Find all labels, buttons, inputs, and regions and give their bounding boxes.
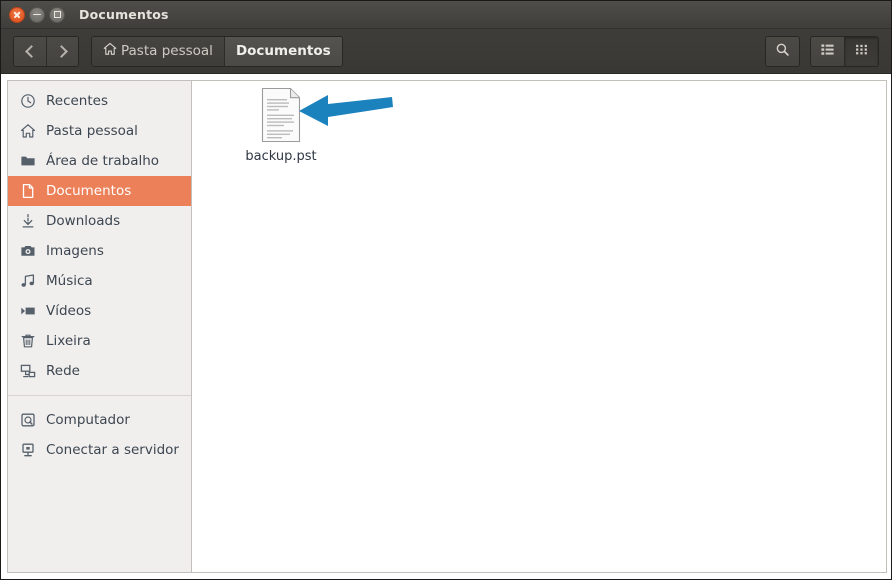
- sidebar-item-computador[interactable]: Computador: [8, 405, 191, 435]
- chevron-right-icon: [55, 44, 68, 58]
- navigation-buttons: [13, 35, 79, 67]
- toolbar: Pasta pessoal Documentos: [1, 29, 891, 74]
- sidebar-item-conectar-a-servidor[interactable]: Conectar a servidor: [8, 435, 191, 465]
- grid-view-icon: [854, 42, 869, 61]
- sidebar-label: Pasta pessoal: [46, 123, 138, 139]
- titlebar: Documentos: [1, 1, 891, 29]
- server-connect-icon: [19, 442, 36, 459]
- close-icon: [10, 8, 24, 22]
- text-document-icon: [257, 86, 305, 144]
- sidebar-item-imagens[interactable]: Imagens: [8, 236, 191, 266]
- list-view-button[interactable]: [811, 36, 844, 66]
- video-icon: [19, 303, 36, 320]
- sidebar-label: Lixeira: [46, 333, 91, 349]
- minimize-icon: [30, 8, 44, 22]
- harddrive-icon: [19, 412, 36, 429]
- back-button[interactable]: [14, 36, 46, 66]
- sidebar-label: Documentos: [46, 183, 132, 199]
- sidebar-label: Rede: [46, 363, 80, 379]
- breadcrumb-label-home: Pasta pessoal: [121, 43, 213, 59]
- maximize-icon: [50, 8, 64, 22]
- close-button[interactable]: [9, 6, 25, 23]
- body-inner: Recentes Pasta pessoal Área de trabalho …: [7, 80, 887, 573]
- camera-icon: [19, 243, 36, 260]
- sidebar-item-recentes[interactable]: Recentes: [8, 86, 191, 116]
- trash-icon: [19, 333, 36, 350]
- network-icon: [19, 363, 36, 380]
- sidebar-item-rede[interactable]: Rede: [8, 356, 191, 386]
- sidebar-item-pasta-pessoal[interactable]: Pasta pessoal: [8, 116, 191, 146]
- home-icon: [103, 42, 117, 60]
- search-button[interactable]: [766, 36, 799, 66]
- file-name-label: backup.pst: [245, 149, 317, 164]
- sidebar-label: Computador: [46, 412, 130, 428]
- window-title: Documentos: [79, 7, 169, 22]
- sidebar-separator: [8, 395, 191, 396]
- sidebar-item-musica[interactable]: Música: [8, 266, 191, 296]
- sidebar-label: Imagens: [46, 243, 104, 259]
- list-view-icon: [820, 42, 835, 61]
- breadcrumb: Pasta pessoal Documentos: [91, 35, 343, 67]
- sidebar-label: Música: [46, 273, 93, 289]
- sidebar-item-downloads[interactable]: Downloads: [8, 206, 191, 236]
- sidebar-label: Área de trabalho: [46, 153, 160, 169]
- sidebar-label: Conectar a servidor: [46, 442, 179, 458]
- sidebar-item-documentos[interactable]: Documentos: [8, 176, 191, 206]
- file-manager-window: Documentos Pasta pessoal Documentos Rece…: [0, 0, 892, 580]
- music-note-icon: [19, 273, 36, 290]
- view-mode-buttons: [810, 35, 879, 67]
- maximize-button[interactable]: [49, 6, 65, 23]
- minimize-button[interactable]: [29, 6, 45, 23]
- breadcrumb-label-current: Documentos: [235, 43, 331, 59]
- sidebar-item-lixeira[interactable]: Lixeira: [8, 326, 191, 356]
- chevron-left-icon: [24, 44, 38, 58]
- search-button-group: [765, 35, 800, 67]
- forward-button[interactable]: [46, 36, 78, 66]
- sidebar: Recentes Pasta pessoal Área de trabalho …: [7, 80, 191, 573]
- window-body: Recentes Pasta pessoal Área de trabalho …: [1, 74, 891, 579]
- clock-icon: [19, 93, 36, 110]
- document-icon: [19, 183, 36, 200]
- sidebar-label: Recentes: [46, 93, 108, 109]
- breadcrumb-item-current[interactable]: Documentos: [223, 36, 342, 66]
- sidebar-item-area-de-trabalho[interactable]: Área de trabalho: [8, 146, 191, 176]
- search-icon: [775, 42, 790, 61]
- sidebar-item-videos[interactable]: Vídeos: [8, 296, 191, 326]
- toolbar-right: [765, 35, 879, 67]
- breadcrumb-item-home[interactable]: Pasta pessoal: [92, 36, 224, 66]
- grid-view-button[interactable]: [844, 36, 878, 66]
- window-controls: [9, 6, 65, 23]
- home-icon: [19, 123, 36, 140]
- sidebar-label: Vídeos: [46, 303, 92, 319]
- file-item-backup-pst[interactable]: backup.pst: [228, 86, 334, 164]
- sidebar-label: Downloads: [46, 213, 121, 229]
- file-list-area[interactable]: backup.pst: [191, 80, 887, 573]
- download-icon: [19, 213, 36, 230]
- folder-icon: [19, 153, 36, 170]
